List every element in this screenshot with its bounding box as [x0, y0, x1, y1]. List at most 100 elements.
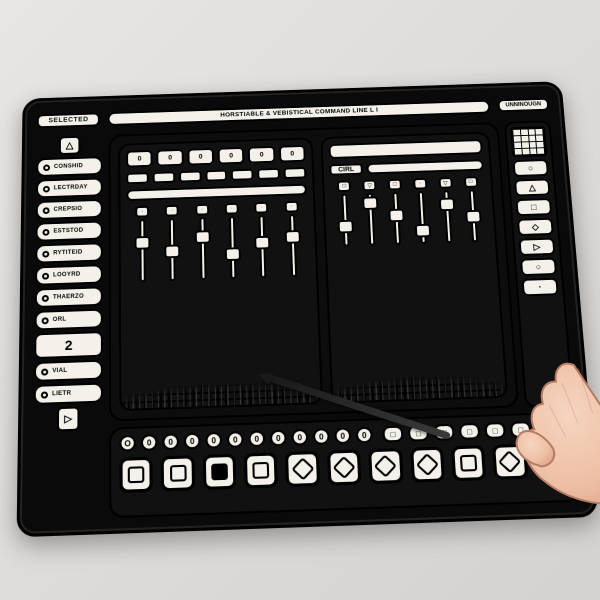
- cell[interactable]: [179, 171, 202, 183]
- window-title: HORSTIABLE & VEBISTICAL COMMAND LINE L I: [108, 99, 491, 125]
- slider-5[interactable]: ·: [282, 201, 302, 277]
- cell[interactable]: [205, 170, 228, 182]
- pad-9[interactable]: [492, 444, 528, 480]
- mini-square[interactable]: □: [459, 423, 480, 440]
- progress-bar[interactable]: [126, 184, 307, 201]
- knob-1[interactable]: △: [514, 179, 551, 197]
- tag-right[interactable]: UNNINOUGN: [497, 98, 549, 112]
- sidebar-item-label: CREPSIO: [54, 206, 83, 213]
- knob-3[interactable]: ◇: [517, 218, 554, 236]
- cell[interactable]: [126, 172, 148, 184]
- slider-1[interactable]: ·: [163, 205, 182, 282]
- panel-left: 0 0 0 0 0 0 · · ·: [118, 137, 323, 411]
- play-icon[interactable]: ▷: [57, 406, 80, 431]
- pill[interactable]: O: [119, 435, 135, 452]
- cell[interactable]: [284, 167, 307, 179]
- up-triangle-icon[interactable]: △: [59, 136, 81, 155]
- pill[interactable]: 0: [227, 431, 244, 448]
- knob-0[interactable]: ○: [513, 159, 549, 177]
- pad-4[interactable]: [285, 451, 320, 487]
- toggle-4[interactable]: ▽: [436, 177, 458, 243]
- pill[interactable]: 0: [356, 427, 373, 444]
- sidebar-item-4[interactable]: RYTITEID: [35, 242, 103, 263]
- sidebar-item-6[interactable]: THAERZO: [35, 286, 103, 308]
- pixel-grid-icon: [510, 126, 547, 157]
- pill[interactable]: 0: [141, 434, 158, 451]
- pad-5[interactable]: [327, 449, 362, 485]
- mini-square[interactable]: □: [382, 426, 403, 443]
- label-row: CIRL: [329, 159, 484, 175]
- tab-selected[interactable]: SELECTED: [37, 112, 100, 128]
- slider-4[interactable]: ·: [253, 202, 273, 279]
- sidebar-item-5[interactable]: LOOYRD: [35, 264, 103, 286]
- cell[interactable]: 0: [248, 146, 275, 163]
- mini-square[interactable]: □: [561, 419, 583, 436]
- knob-5[interactable]: ○: [520, 258, 557, 276]
- toggle-1[interactable]: ▽: [361, 180, 382, 246]
- workspace: 0 0 0 0 0 0 · · ·: [109, 122, 519, 421]
- cell[interactable]: 0: [279, 145, 306, 162]
- slider-0[interactable]: ·: [133, 206, 151, 283]
- cell[interactable]: 0: [126, 150, 153, 167]
- pad-1[interactable]: [161, 455, 195, 491]
- slider-3[interactable]: ·: [223, 203, 243, 280]
- cell[interactable]: [152, 171, 174, 183]
- cell[interactable]: 0: [187, 148, 214, 165]
- sidebar-item-label: ESTSTOD: [53, 228, 83, 235]
- pad-play[interactable]: [534, 442, 570, 478]
- cell[interactable]: [231, 169, 254, 181]
- panel-right: CIRL □ ▽ □ · ▽ □: [320, 132, 508, 404]
- sidebar-footer-1[interactable]: LIETR: [34, 383, 103, 405]
- sidebar-item-3[interactable]: ESTSTOD: [35, 221, 102, 242]
- sidebar-item-label: LECTRDAY: [54, 185, 88, 192]
- circuit-traces: [330, 326, 506, 401]
- cell[interactable]: 0: [157, 149, 184, 166]
- toggle-2[interactable]: □: [386, 179, 407, 245]
- small-label: CIRL: [329, 163, 363, 175]
- readout-row: [328, 139, 482, 159]
- pad-check[interactable]: [202, 454, 236, 490]
- pill[interactable]: 0: [162, 433, 179, 450]
- bottom-dock: O 0 0 0 0 0 0 0 0 0 0 0 □ □ □ □ □ □ □ □ …: [109, 412, 582, 519]
- mini-square[interactable]: □: [586, 418, 600, 435]
- sidebar-item-label: CONSHID: [54, 163, 83, 170]
- cell[interactable]: 0: [218, 147, 245, 164]
- mini-square[interactable]: □: [510, 421, 532, 438]
- mini-square[interactable]: □: [484, 422, 506, 439]
- sidebar-item-1[interactable]: LECTRDAY: [36, 178, 103, 199]
- sidebar-footer-0[interactable]: VIAL: [34, 360, 103, 382]
- sidebar: △ CONSHID LECTRDAY CREPSIO ESTSTOD RYTIT…: [32, 135, 103, 521]
- sidebar-item-0[interactable]: CONSHID: [36, 156, 103, 177]
- mini-bar[interactable]: [366, 159, 484, 174]
- pill[interactable]: 0: [184, 433, 201, 450]
- sidebar-number[interactable]: 2: [34, 331, 103, 359]
- pill[interactable]: 0: [270, 430, 287, 447]
- pill[interactable]: 0: [334, 427, 351, 444]
- pad-7[interactable]: [410, 447, 445, 483]
- mini-square[interactable]: □: [535, 420, 557, 437]
- circuit-traces: [121, 333, 321, 409]
- pill[interactable]: 0: [313, 428, 330, 445]
- sidebar-item-2[interactable]: CREPSIO: [36, 199, 103, 220]
- knob-4[interactable]: ▷: [519, 238, 556, 256]
- pad-3[interactable]: [244, 452, 278, 488]
- sidebar-item-label: LIETR: [52, 391, 71, 398]
- knob-6[interactable]: ·: [522, 278, 559, 297]
- pad-8[interactable]: [451, 445, 486, 481]
- cell-row-mid: [126, 167, 306, 184]
- toggle-bank: □ ▽ □ · ▽ □: [330, 176, 489, 247]
- pad-row: [119, 442, 569, 493]
- knob-2[interactable]: □: [516, 198, 553, 216]
- cell[interactable]: [257, 168, 280, 180]
- pad-0[interactable]: [119, 457, 153, 493]
- pill[interactable]: 0: [291, 429, 308, 446]
- toggle-3[interactable]: ·: [411, 178, 433, 244]
- pad-6[interactable]: [368, 448, 403, 484]
- pill[interactable]: 0: [248, 430, 265, 447]
- bar-row: [126, 184, 307, 201]
- sidebar-item-7[interactable]: ORL: [34, 309, 102, 331]
- slider-2[interactable]: ·: [193, 204, 212, 281]
- pill[interactable]: 0: [205, 432, 222, 449]
- toggle-0[interactable]: □: [335, 180, 356, 246]
- toggle-5[interactable]: □: [461, 176, 483, 242]
